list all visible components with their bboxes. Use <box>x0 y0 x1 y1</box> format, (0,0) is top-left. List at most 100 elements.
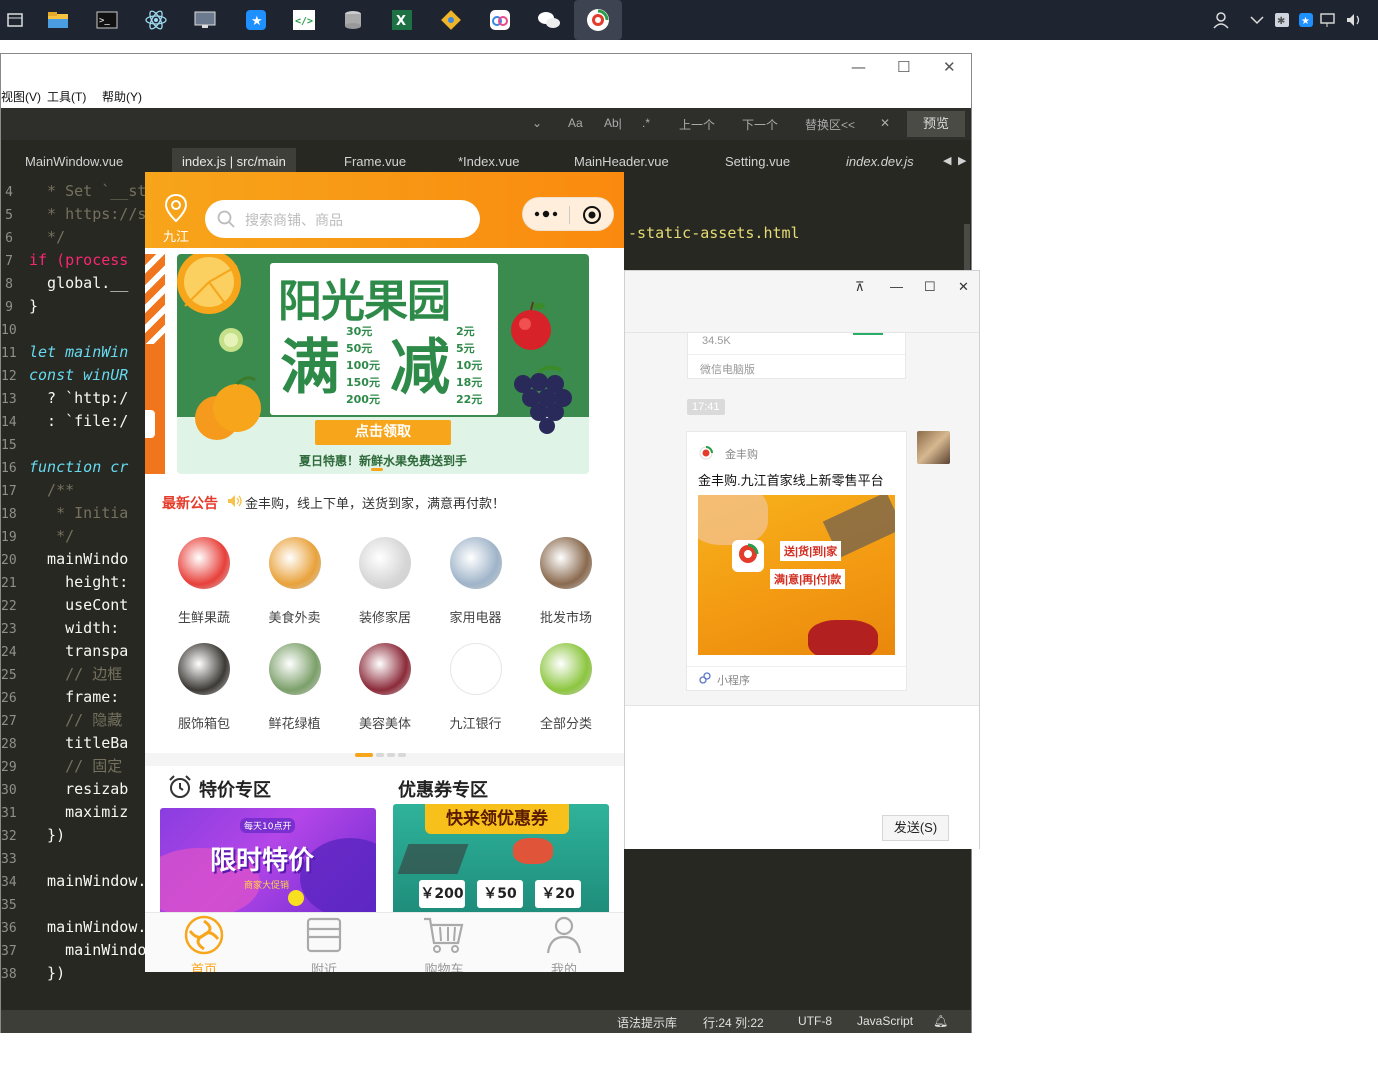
network-icon[interactable] <box>1320 0 1338 40</box>
category-page-dots <box>355 742 409 761</box>
user-icon[interactable] <box>1212 0 1230 40</box>
category-item[interactable]: 服饰箱包 <box>159 643 249 732</box>
coupon-50[interactable]: ￥50 <box>477 880 523 908</box>
line-number: 35 <box>1 898 17 913</box>
tab-mainheader[interactable]: MainHeader.vue <box>574 154 669 169</box>
poster-logo <box>732 540 764 572</box>
tab-setting[interactable]: Setting.vue <box>725 154 790 169</box>
category-item[interactable]: 装修家居 <box>340 537 430 626</box>
code-text: mainWindo <box>29 550 129 568</box>
mini-program-devtool-icon[interactable] <box>574 0 622 40</box>
task-view-icon[interactable] <box>0 4 32 36</box>
promo-banner[interactable]: 阳光果园 满 减 30元 50元 100元 150元 200元 2元 5元 10… <box>177 254 589 474</box>
preview-button[interactable]: 预览 <box>907 111 965 137</box>
close-icon[interactable]: ✕ <box>943 58 956 76</box>
remote-desktop-icon[interactable] <box>189 4 221 36</box>
database-icon[interactable] <box>337 4 369 36</box>
find-prev-button[interactable]: 上一个 <box>679 116 715 133</box>
whole-word-toggle[interactable]: Ab| <box>604 116 622 130</box>
page-dot <box>387 753 395 757</box>
tab-home[interactable]: 首页 <box>164 915 244 972</box>
tab-frame[interactable]: Frame.vue <box>344 154 406 169</box>
special-price-banner[interactable]: 每天10点开 限时特价 商家大促销 <box>160 808 376 916</box>
line-number: 18 <box>1 507 17 522</box>
poster-line-1: 送|货|到|家 <box>780 541 842 561</box>
pin-icon[interactable]: ⊼ <box>855 279 865 295</box>
tab-scroll-left-icon[interactable]: ◀ <box>943 154 951 167</box>
wechat-minimize-icon[interactable]: — <box>890 279 903 294</box>
electron-icon[interactable] <box>140 4 172 36</box>
wechat-close-icon[interactable]: ✕ <box>958 279 969 295</box>
previous-message-card[interactable]: 34.5K 微信电脑版 <box>687 333 906 379</box>
tab-mine[interactable]: 我的 <box>524 915 604 972</box>
git-icon[interactable] <box>435 4 467 36</box>
special-price-title[interactable]: 特价专区 <box>199 776 271 802</box>
coupon-banner[interactable]: 快来领优惠券 ￥200 ￥50 ￥20 <box>393 804 609 916</box>
send-button[interactable]: 发送(S) <box>882 815 949 841</box>
tab-scroll-right-icon[interactable]: ▶ <box>958 154 966 167</box>
menu-view[interactable]: 视图(V) <box>1 88 41 105</box>
volume-icon[interactable] <box>1345 0 1363 40</box>
banner-cta-button[interactable]: 点击领取 <box>315 420 451 445</box>
tab-cart[interactable]: 购物车 <box>404 915 484 972</box>
location-pin-icon[interactable] <box>165 194 187 222</box>
chevron-up-icon[interactable] <box>1250 0 1264 40</box>
tab-index-js[interactable]: index.js | src/main <box>172 148 296 175</box>
search-input[interactable]: 搜索商铺、商品 <box>205 200 480 238</box>
find-close-icon[interactable]: ✕ <box>880 116 890 130</box>
tab-index-vue[interactable]: *Index.vue <box>458 154 519 169</box>
input-area[interactable]: 发送(S) <box>625 705 979 849</box>
match-case-toggle[interactable]: Aa <box>568 116 583 130</box>
banner-prev-slide[interactable] <box>145 254 165 474</box>
category-item[interactable]: 家用电器 <box>431 537 521 626</box>
find-next-button[interactable]: 下一个 <box>742 116 778 133</box>
bell-icon[interactable]: 🔔︎ <box>933 1014 948 1028</box>
mini-program-message-card[interactable]: 金丰购 金丰购.九江首家线上新零售平台 送|货|到|家 满|意|再|付|款 小程… <box>686 431 907 691</box>
code-editor-icon[interactable]: </> <box>288 4 320 36</box>
avatar[interactable] <box>917 431 950 464</box>
excel-icon[interactable]: X <box>386 4 418 36</box>
maximize-icon[interactable]: ☐ <box>897 58 910 76</box>
terminal-icon[interactable]: >_ <box>91 4 123 36</box>
category-item[interactable]: 鲜花绿植 <box>250 643 340 732</box>
category-item[interactable]: 全部分类 <box>521 643 611 732</box>
category-item[interactable]: 批发市场 <box>521 537 611 626</box>
file-explorer-icon[interactable] <box>42 4 74 36</box>
category-item[interactable]: 美食外卖 <box>250 537 340 626</box>
announcement-bar[interactable]: 最新公告 金丰购，线上下单，送货到家，满意再付款！ <box>145 481 624 523</box>
banner-next-slide[interactable] <box>596 254 624 474</box>
category-label: 家用电器 <box>449 611 502 626</box>
page-dot <box>376 753 384 757</box>
status-cursor-position[interactable]: 行:24 列:22 <box>703 1014 764 1031</box>
netdisk-icon[interactable] <box>484 4 516 36</box>
coupon-200[interactable]: ￥200 <box>419 880 465 908</box>
status-language[interactable]: JavaScript <box>857 1014 913 1028</box>
coupon-zone-title[interactable]: 优惠券专区 <box>398 776 488 802</box>
regex-toggle[interactable]: .* <box>642 116 650 130</box>
location-label[interactable]: 九江 <box>163 226 189 245</box>
chevron-down-icon[interactable]: ⌄ <box>532 116 542 130</box>
status-encoding[interactable]: UTF-8 <box>798 1014 832 1028</box>
minimize-icon[interactable]: — <box>851 58 866 76</box>
tray-app-icon[interactable]: ✱ <box>1274 0 1290 40</box>
category-label: 全部分类 <box>539 717 592 732</box>
wechat-icon[interactable] <box>533 4 565 36</box>
dingtalk-tray-icon[interactable]: ★ <box>1298 0 1314 40</box>
category-item[interactable]: 生鲜果蔬 <box>159 537 249 626</box>
tab-index-dev[interactable]: index.dev.js <box>846 154 914 169</box>
status-syntax-hint[interactable]: 语法提示库 <box>617 1014 677 1031</box>
menu-tools[interactable]: 工具(T) <box>47 88 86 105</box>
menu-help[interactable]: 帮助(Y) <box>102 88 142 105</box>
code-right-fragment: -static-assets.html <box>628 224 800 242</box>
dingtalk-icon[interactable]: ★ <box>240 4 272 36</box>
tab-mainwindow[interactable]: MainWindow.vue <box>25 154 123 169</box>
coupon-20[interactable]: ￥20 <box>535 880 581 908</box>
category-item[interactable]: 美容美体 <box>340 643 430 732</box>
exit-miniprogram-icon[interactable] <box>582 205 602 225</box>
category-item[interactable]: 九江银行 <box>431 643 521 732</box>
replace-toggle-button[interactable]: 替换区<< <box>805 116 855 133</box>
line-number: 9 <box>5 300 13 315</box>
more-icon[interactable] <box>533 208 559 220</box>
tab-nearby[interactable]: 附近 <box>284 915 364 972</box>
wechat-maximize-icon[interactable]: ☐ <box>924 279 936 295</box>
